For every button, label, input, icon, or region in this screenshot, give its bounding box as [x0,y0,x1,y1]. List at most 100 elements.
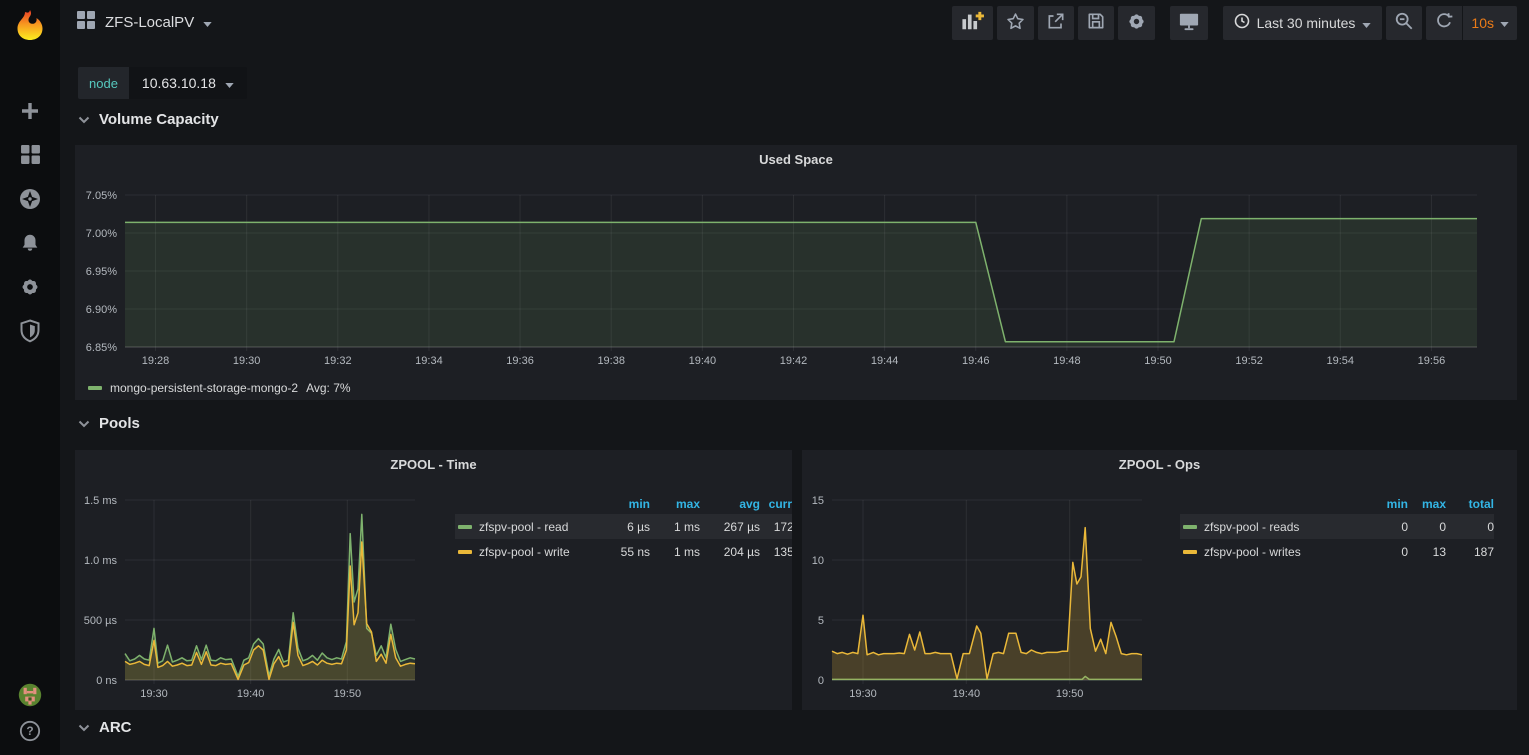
legend-header-avg[interactable]: avg [700,497,760,511]
sidebar-nav [18,101,42,345]
legend-swatch [1183,550,1197,554]
svg-text:19:36: 19:36 [506,355,534,367]
user-avatar[interactable] [18,683,42,707]
legend-series-name[interactable]: zfspv-pool - reads [1204,520,1299,534]
time-range-picker[interactable]: Last 30 minutes [1223,6,1383,40]
section-pools[interactable]: Pools [78,415,140,432]
legend-header-max[interactable]: max [1408,497,1446,511]
svg-text:19:44: 19:44 [871,355,899,367]
svg-text:19:34: 19:34 [415,355,443,367]
legend-value: 55 ns [595,545,650,559]
sidebar-item-help[interactable]: ? [18,721,42,745]
svg-text:19:30: 19:30 [849,688,877,700]
section-title: Volume Capacity [99,111,219,128]
save-button[interactable] [1078,6,1114,40]
svg-text:500 µs: 500 µs [84,615,118,627]
legend-value: 187 [1446,545,1494,559]
sidebar-item-server-admin[interactable] [18,321,42,345]
legend-series-name[interactable]: zfspv-pool - write [479,545,570,559]
svg-text:6.85%: 6.85% [86,342,117,354]
configuration-gear-icon [19,276,41,303]
dashboard-title-group[interactable]: ZFS-LocalPV [76,10,212,35]
section-arc[interactable]: ARC [78,719,132,736]
dashboard-settings-button[interactable] [1118,6,1155,40]
svg-text:19:30: 19:30 [233,355,261,367]
legend-swatch [88,386,102,390]
svg-text:19:42: 19:42 [780,355,808,367]
caret-down-icon [1362,15,1371,31]
zoom-out-button[interactable] [1386,6,1422,40]
legend-avg-value: Avg: 7% [306,381,350,395]
variable-node-value[interactable]: 10.63.10.18 [129,67,247,99]
sidebar-item-configuration[interactable] [18,277,42,301]
legend-header-min[interactable]: min [1345,497,1408,511]
svg-text:19:40: 19:40 [953,688,981,700]
add-panel-button[interactable] [952,6,993,40]
svg-text:6.95%: 6.95% [86,266,117,278]
legend-header-min[interactable]: min [595,497,650,511]
variable-node-label: node [78,67,129,99]
grafana-logo-icon[interactable] [12,7,48,43]
svg-text:?: ? [26,724,33,738]
legend-header-current[interactable]: current [760,497,792,511]
legend-header-total[interactable]: total [1446,497,1494,511]
legend-swatch [458,525,472,529]
svg-text:19:52: 19:52 [1235,355,1263,367]
used-space-chart[interactable]: 6.85%6.90%6.95%7.00%7.05%19:2819:3019:32… [75,145,1517,400]
star-icon [1005,11,1026,35]
variable-node-current: 10.63.10.18 [142,75,216,91]
legend-series-name[interactable]: zfspv-pool - read [479,520,568,534]
star-button[interactable] [997,6,1034,40]
svg-text:7.05%: 7.05% [86,190,117,202]
sidebar-item-alerting[interactable] [18,233,42,257]
section-volume-capacity[interactable]: Volume Capacity [78,111,219,128]
dashboards-icon [20,144,41,170]
sidebar-item-dashboards[interactable] [18,145,42,169]
refresh-interval-label: 10s [1471,15,1494,31]
sidebar: ? [0,0,60,755]
plus-icon [19,100,41,127]
avatar-image [18,680,42,710]
legend-value: 172 µs [760,520,792,534]
zpool-time-chart[interactable]: 0 ns500 µs1.0 ms1.5 ms19:3019:4019:50 [75,450,792,710]
svg-text:19:50: 19:50 [334,688,362,700]
section-title: Pools [99,415,140,432]
sidebar-item-create[interactable] [18,101,42,125]
panel-zpool-time: ZPOOL - Time 0 ns500 µs1.0 ms1.5 ms19:30… [75,450,792,710]
share-icon [1046,11,1066,34]
grafana-app: ? ZFS-LocalPV [0,0,1529,755]
zpool-ops-legend: min max total zfspv-pool - reads 0 0 0 z… [1180,494,1494,564]
zpool-time-legend: min max avg current zfspv-pool - read 6 … [455,494,792,564]
legend-value: 267 µs [700,520,760,534]
svg-text:19:46: 19:46 [962,355,990,367]
dashboard-title[interactable]: ZFS-LocalPV [105,14,194,31]
legend-header-max[interactable]: max [650,497,700,511]
legend-series-name[interactable]: zfspv-pool - writes [1204,545,1301,559]
legend-series-name[interactable]: mongo-persistent-storage-mongo-2 [110,381,298,395]
refresh-icon [1435,12,1453,33]
legend-row-read: zfspv-pool - read 6 µs 1 ms 267 µs 172 µ… [455,514,792,539]
legend-value: 0 [1345,520,1408,534]
legend-value: 1 ms [650,520,700,534]
sidebar-item-explore[interactable] [18,189,42,213]
panel-settings-icon [1126,11,1147,35]
save-icon [1086,11,1106,34]
svg-text:19:28: 19:28 [142,355,170,367]
sidebar-bottom: ? [18,683,42,755]
caret-down-icon [203,14,212,32]
panel-zpool-ops: ZPOOL - Ops 05101519:3019:4019:50 min ma… [802,450,1517,710]
legend-value: 204 µs [700,545,760,559]
caret-down-icon [225,75,234,91]
refresh-interval-picker[interactable]: 10s [1462,6,1517,40]
zpool-ops-chart[interactable]: 05101519:3019:4019:50 [802,450,1517,710]
legend-value: 0 [1345,545,1408,559]
svg-text:6.90%: 6.90% [86,304,117,316]
legend-swatch [458,550,472,554]
legend-value: 1 ms [650,545,700,559]
refresh-button[interactable] [1426,6,1462,40]
help-icon: ? [19,720,41,747]
share-button[interactable] [1038,6,1074,40]
cycle-view-button[interactable] [1170,6,1208,40]
legend-value: 135 µs [760,545,792,559]
chevron-down-icon [78,724,90,732]
